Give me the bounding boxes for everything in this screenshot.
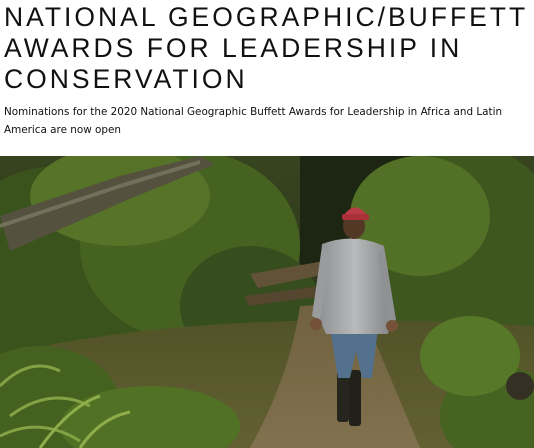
page-title-line-3: CONSERVATION [4,64,248,94]
page-title-line-2: AWARDS FOR LEADERSHIP IN [4,33,463,63]
hero-image [0,156,534,448]
page-title: NATIONAL GEOGRAPHIC/BUFFETT AWARDS FOR L… [4,2,532,95]
forest-path-illustration [0,156,534,448]
page-subtitle: Nominations for the 2020 National Geogra… [4,106,503,136]
page-title-line-1: NATIONAL GEOGRAPHIC/BUFFETT [4,2,529,32]
